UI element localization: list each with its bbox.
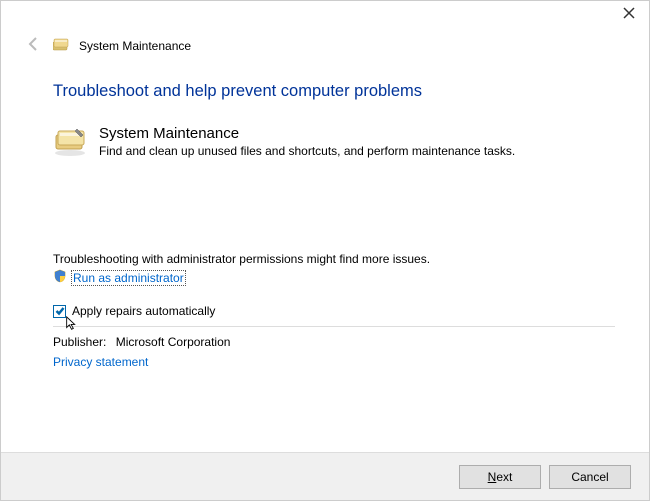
page-heading: Troubleshoot and help prevent computer p… — [53, 82, 615, 101]
header-icon — [53, 36, 69, 55]
cancel-button[interactable]: Cancel — [549, 465, 631, 489]
divider — [53, 326, 615, 327]
module-row: System Maintenance Find and clean up unu… — [53, 127, 615, 160]
admin-hint: Troubleshooting with administrator permi… — [53, 252, 615, 266]
publisher-value: Microsoft Corporation — [116, 335, 231, 349]
back-arrow-icon — [25, 35, 43, 56]
shield-icon — [53, 269, 67, 286]
header-row: System Maintenance — [1, 33, 649, 64]
footer: Next Cancel — [1, 452, 649, 500]
titlebar — [1, 1, 649, 33]
next-button[interactable]: Next — [459, 465, 541, 489]
next-button-rest: ext — [496, 470, 512, 484]
window-title: System Maintenance — [79, 39, 191, 53]
module-title: System Maintenance — [99, 125, 515, 142]
privacy-statement-link[interactable]: Privacy statement — [53, 355, 615, 369]
module-description: Find and clean up unused files and short… — [99, 144, 515, 158]
apply-repairs-checkbox-row[interactable]: Apply repairs automatically — [53, 304, 615, 318]
publisher-row: Publisher: Microsoft Corporation — [53, 335, 615, 349]
publisher-label: Publisher: — [53, 335, 106, 349]
close-icon[interactable] — [623, 7, 635, 22]
checkbox-label: Apply repairs automatically — [72, 304, 215, 318]
module-icon — [53, 127, 87, 160]
run-as-admin-link[interactable]: Run as administrator — [71, 270, 186, 286]
admin-link-row: Run as administrator — [53, 269, 615, 286]
content-area: Troubleshoot and help prevent computer p… — [1, 64, 649, 369]
